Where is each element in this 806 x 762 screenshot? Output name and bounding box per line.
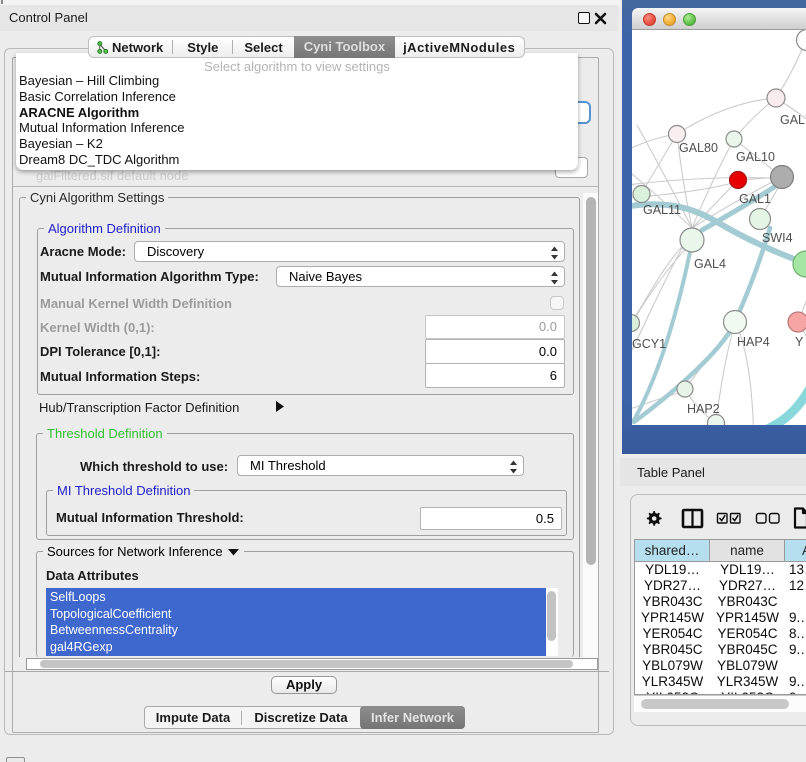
svg-text:Y: Y — [795, 335, 804, 349]
svg-text:HAP2: HAP2 — [687, 402, 720, 416]
svg-text:GAL11: GAL11 — [643, 203, 681, 217]
svg-text:GAL7: GAL7 — [780, 113, 806, 127]
svg-text:GAL10: GAL10 — [736, 150, 775, 164]
svg-text:GAL80: GAL80 — [679, 141, 718, 155]
svg-text:HAP4: HAP4 — [737, 335, 770, 349]
svg-text:GAL1: GAL1 — [739, 192, 771, 206]
svg-text:GAL4: GAL4 — [694, 257, 726, 271]
svg-text:SWI4: SWI4 — [762, 231, 793, 245]
svg-text:GCY1: GCY1 — [632, 337, 666, 351]
